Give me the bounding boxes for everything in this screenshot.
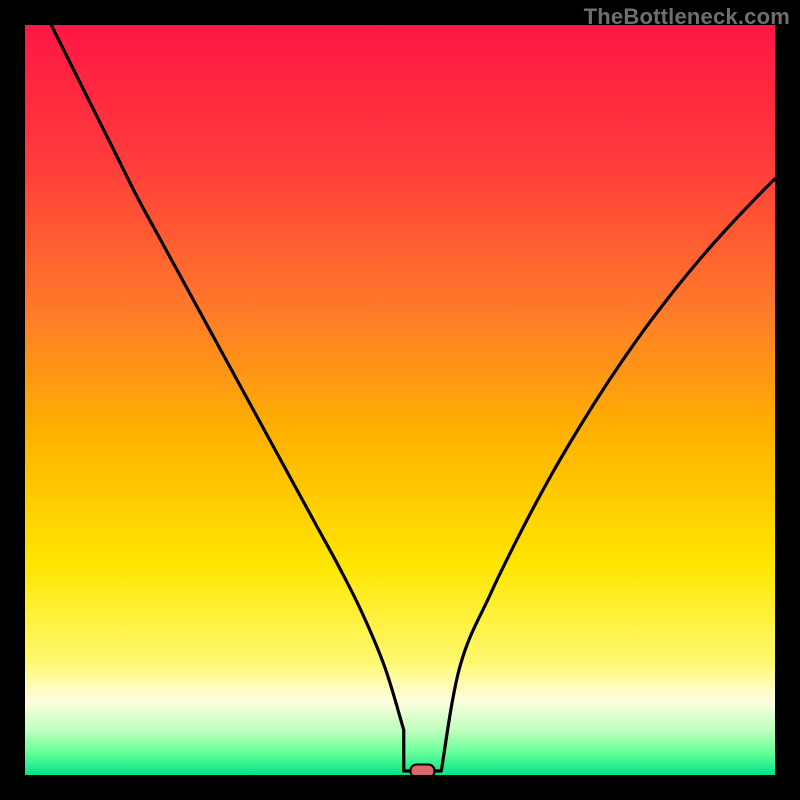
optimum-marker [411,765,435,776]
plot-area [25,25,775,775]
chart-frame: TheBottleneck.com [0,0,800,800]
gradient-background [25,25,775,775]
bottleneck-chart [25,25,775,775]
